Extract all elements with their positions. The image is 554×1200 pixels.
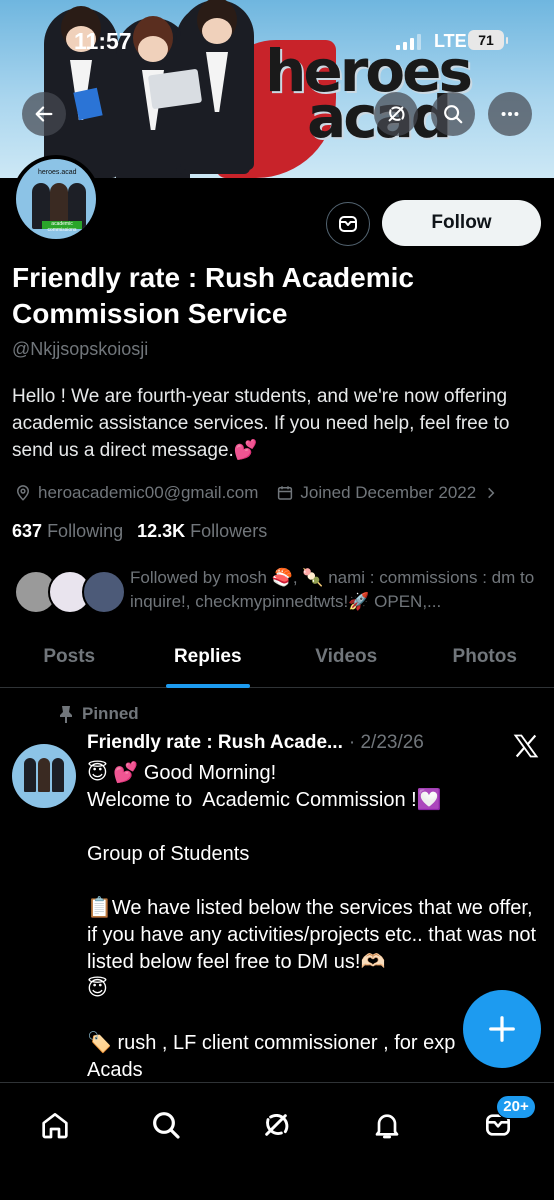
joined-item: Joined December 2022 <box>276 483 476 503</box>
profile-handle: @Nkjjsopskoiosji <box>12 339 149 359</box>
following-count: 637 <box>12 521 43 541</box>
pinned-indicator: Pinned <box>58 704 139 724</box>
grok-icon <box>265 1113 289 1136</box>
avatar-text: heroes.acad <box>38 169 77 176</box>
followed-by-text: Followed by mosh 🍣, 🍡 nami : commissions… <box>130 568 535 611</box>
followers-label: Followers <box>190 521 268 541</box>
grok-icon <box>388 106 405 122</box>
follower-avatar <box>82 570 126 614</box>
followers-link[interactable]: 12.3K Followers <box>137 521 267 542</box>
bottom-nav: 20+ <box>0 1082 554 1200</box>
message-button[interactable] <box>326 202 370 246</box>
following-link[interactable]: 637 Following <box>12 521 123 542</box>
battery-icon: 71 <box>468 30 508 50</box>
back-button[interactable] <box>22 92 66 136</box>
status-time: 11:57 <box>74 28 132 54</box>
avatar-label: academic commissions <box>42 221 82 233</box>
nav-home[interactable] <box>35 1105 75 1145</box>
profile-email[interactable]: heroacademic00@gmail.com <box>38 483 258 503</box>
more-icon <box>501 111 519 117</box>
tab-replies[interactable]: Replies <box>139 628 278 688</box>
profile-banner[interactable]: heroes acad <box>0 0 554 178</box>
post-date[interactable]: · 2/23/26 <box>349 732 424 754</box>
profile-avatar[interactable]: heroes.acad academic commissions <box>12 155 100 243</box>
followed-by[interactable]: Followed by mosh 🍣, 🍡 nami : commissions… <box>14 566 544 620</box>
status-bar: 11:57 LTE 71 <box>0 28 554 56</box>
following-label: Following <box>47 521 124 541</box>
home-icon <box>42 1113 68 1139</box>
plus-icon <box>489 1016 515 1042</box>
battery-level: 71 <box>478 32 494 48</box>
search-icon <box>444 105 463 124</box>
tab-posts[interactable]: Posts <box>0 628 139 687</box>
arrow-left-icon <box>35 106 53 122</box>
envelope-icon <box>339 216 357 232</box>
pinned-label: Pinned <box>82 704 139 723</box>
chevron-right-icon[interactable] <box>484 486 498 500</box>
tab-photos[interactable]: Photos <box>416 628 554 687</box>
network-label: LTE <box>434 31 467 51</box>
tab-videos[interactable]: Videos <box>277 628 416 687</box>
search-icon <box>153 1112 180 1139</box>
profile-tabs: Posts Replies Videos Photos <box>0 628 554 688</box>
follow-counts: 637 Following 12.3K Followers <box>12 521 267 542</box>
post-author-avatar[interactable] <box>12 744 76 808</box>
x-logo-icon[interactable] <box>512 732 540 760</box>
compose-button[interactable] <box>463 990 541 1068</box>
search-button[interactable] <box>431 92 475 136</box>
more-button[interactable] <box>488 92 532 136</box>
calendar-icon <box>278 486 293 500</box>
follow-button[interactable]: Follow <box>382 200 541 246</box>
profile-name: Friendly rate : Rush Academic Commission… <box>12 262 414 329</box>
banner-laptop <box>147 68 203 110</box>
post-author-name[interactable]: Friendly rate : Rush Acade... <box>87 732 343 754</box>
bell-icon <box>375 1114 399 1139</box>
grok-button[interactable] <box>374 92 418 136</box>
profile-joined: Joined December 2022 <box>300 483 477 502</box>
messages-badge: 20+ <box>496 1095 536 1119</box>
nav-notifications[interactable] <box>367 1105 407 1145</box>
signal-icon <box>396 34 421 50</box>
pin-icon <box>60 706 72 723</box>
profile-meta: heroacademic00@gmail.com Joined December… <box>14 481 550 505</box>
post-header: Friendly rate : Rush Acade... · 2/23/26 <box>87 732 424 754</box>
nav-search[interactable] <box>146 1105 186 1145</box>
location-pin-icon <box>16 485 30 501</box>
profile-bio: Hello ! We are fourth-year students, and… <box>12 386 510 461</box>
followers-count: 12.3K <box>137 521 186 541</box>
email-item[interactable]: heroacademic00@gmail.com <box>14 483 258 503</box>
nav-grok[interactable] <box>256 1105 296 1145</box>
